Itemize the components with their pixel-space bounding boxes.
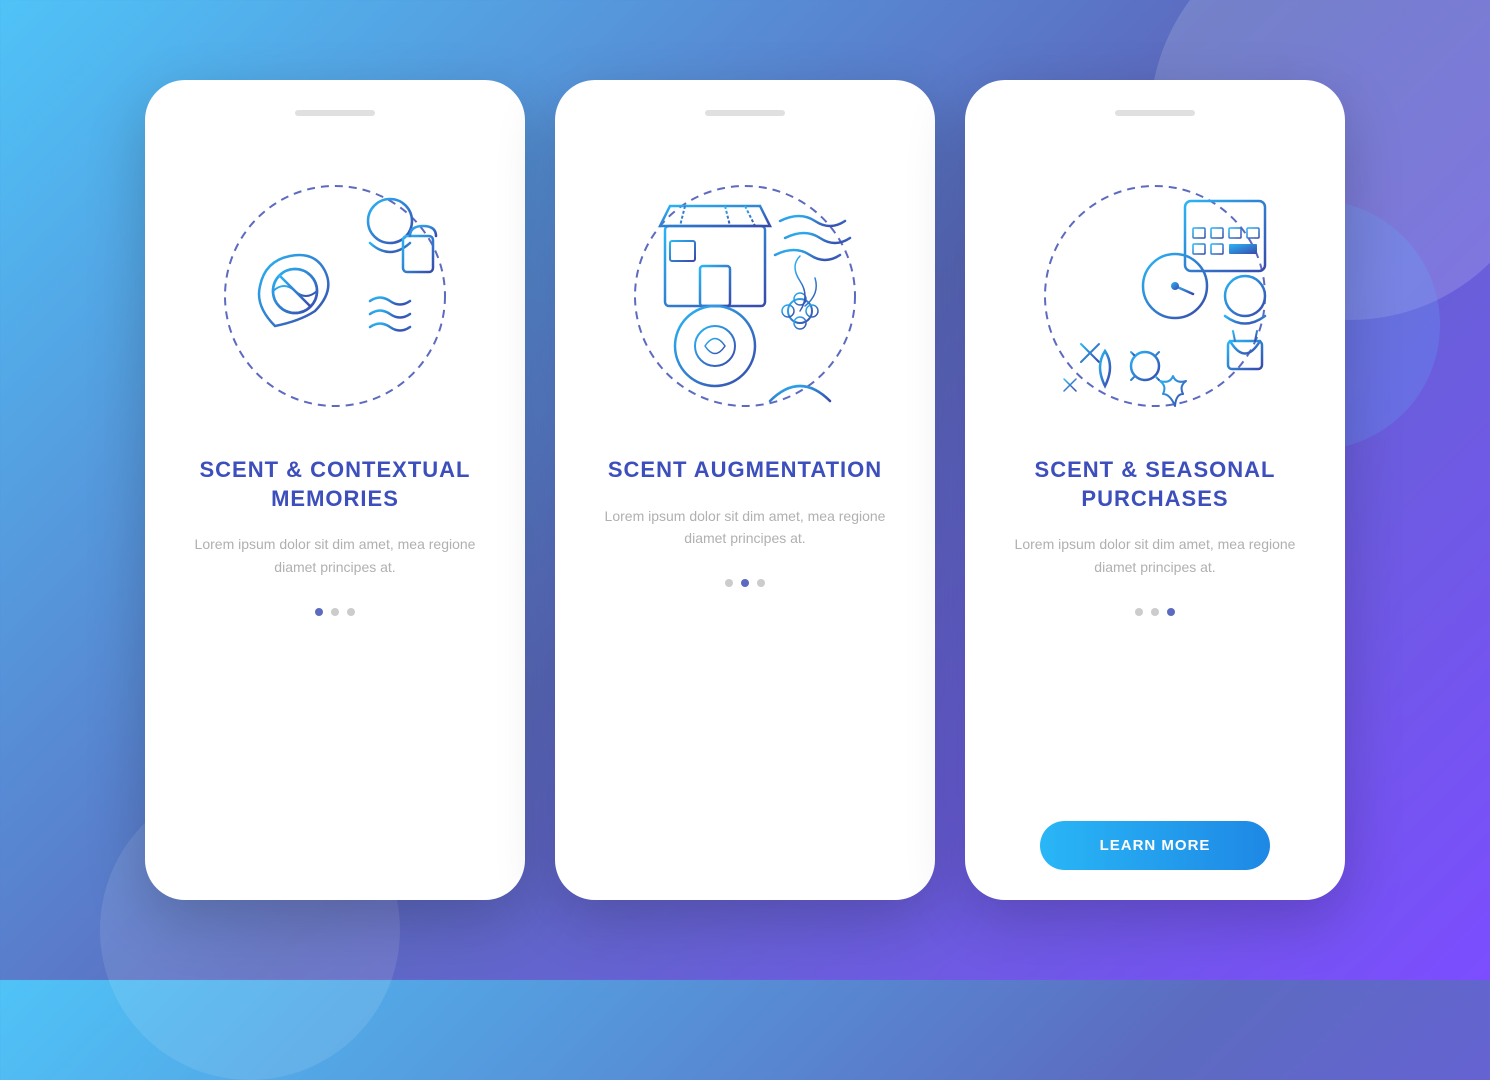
learn-more-button[interactable]: LEARN MORE bbox=[1040, 821, 1271, 870]
screen2-dots bbox=[725, 579, 765, 587]
dot-3-1 bbox=[1135, 608, 1143, 616]
screen1-body: Lorem ipsum dolor sit dim amet, mea regi… bbox=[175, 533, 495, 578]
illustration-seasonal bbox=[1005, 136, 1305, 436]
phone-screen-1: SCENT & CONTEXTUAL MEMORIES Lorem ipsum … bbox=[145, 80, 525, 900]
screen2-title: SCENT AUGMENTATION bbox=[608, 456, 882, 485]
phone-notch-2 bbox=[705, 110, 785, 116]
dot-2-1 bbox=[725, 579, 733, 587]
dot-3-2 bbox=[1151, 608, 1159, 616]
screens-container: SCENT & CONTEXTUAL MEMORIES Lorem ipsum … bbox=[145, 80, 1345, 900]
screen3-dots bbox=[1135, 608, 1175, 616]
dot-2-2 bbox=[741, 579, 749, 587]
phone-notch-1 bbox=[295, 110, 375, 116]
dot-1-2 bbox=[331, 608, 339, 616]
screen3-title: SCENT & SEASONAL PURCHASES bbox=[995, 456, 1315, 513]
phone-screen-2: SCENT AUGMENTATION Lorem ipsum dolor sit… bbox=[555, 80, 935, 900]
dot-2-3 bbox=[757, 579, 765, 587]
dot-3-3 bbox=[1167, 608, 1175, 616]
illustration-memories bbox=[185, 136, 485, 436]
dot-1-1 bbox=[315, 608, 323, 616]
phone-screen-3: SCENT & SEASONAL PURCHASES Lorem ipsum d… bbox=[965, 80, 1345, 900]
screen1-title: SCENT & CONTEXTUAL MEMORIES bbox=[175, 456, 495, 513]
dot-1-3 bbox=[347, 608, 355, 616]
screen2-body: Lorem ipsum dolor sit dim amet, mea regi… bbox=[585, 505, 905, 550]
screen3-body: Lorem ipsum dolor sit dim amet, mea regi… bbox=[995, 533, 1315, 578]
phone-notch-3 bbox=[1115, 110, 1195, 116]
illustration-augmentation bbox=[595, 136, 895, 436]
screen1-dots bbox=[315, 608, 355, 616]
